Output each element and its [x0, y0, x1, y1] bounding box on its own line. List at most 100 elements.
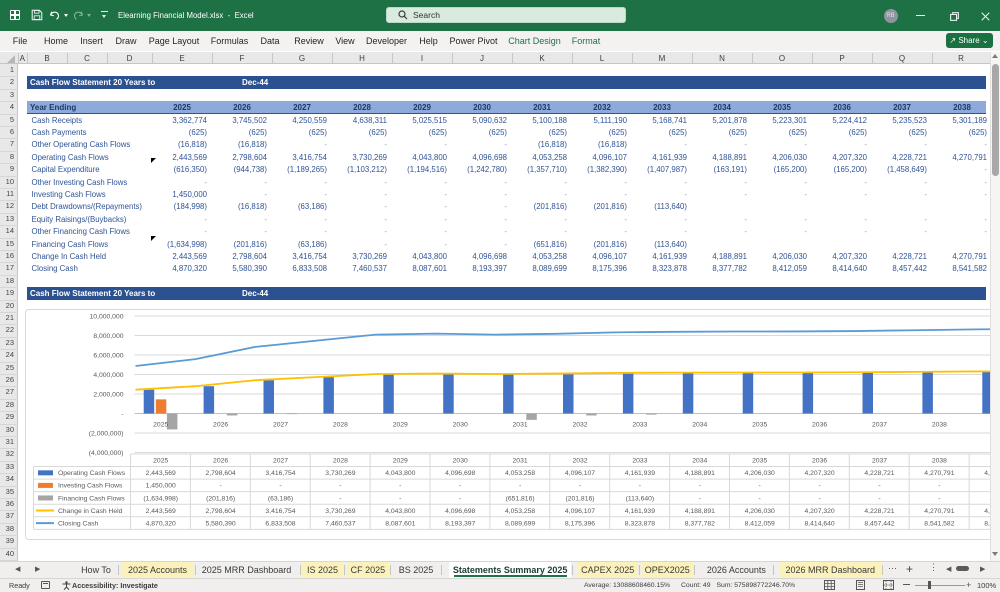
svg-text:-: - [121, 411, 123, 418]
svg-text:2029: 2029 [392, 422, 407, 429]
svg-text:4,161,939: 4,161,939 [624, 470, 654, 477]
svg-text:2,000,000: 2,000,000 [93, 392, 123, 399]
svg-text:3,730,269: 3,730,269 [325, 470, 355, 477]
svg-text:2025: 2025 [153, 458, 168, 465]
svg-text:1,450,000: 1,450,000 [145, 483, 175, 490]
svg-text:2028: 2028 [332, 458, 347, 465]
svg-text:2,798,604: 2,798,604 [205, 508, 235, 515]
svg-text:2036: 2036 [812, 422, 827, 429]
svg-text:-: - [399, 483, 401, 490]
svg-text:-: - [758, 483, 760, 490]
svg-text:8,175,396: 8,175,396 [564, 521, 594, 528]
svg-text:2031: 2031 [512, 422, 527, 429]
svg-text:8,377,782: 8,377,782 [684, 521, 714, 528]
svg-text:-: - [698, 496, 700, 503]
svg-text:4,161,939: 4,161,939 [624, 508, 654, 515]
svg-text:-: - [578, 483, 580, 490]
svg-text:-: - [638, 483, 640, 490]
svg-text:4,270,791: 4,270,791 [924, 508, 954, 515]
svg-text:3,416,754: 3,416,754 [265, 470, 295, 477]
svg-text:4,270,791: 4,270,791 [924, 470, 954, 477]
svg-text:4,096,107: 4,096,107 [564, 470, 594, 477]
svg-text:-: - [279, 483, 281, 490]
svg-text:8,457,442: 8,457,442 [864, 521, 894, 528]
svg-text:(201,816): (201,816) [206, 496, 235, 503]
svg-text:2027: 2027 [272, 458, 287, 465]
svg-text:-: - [758, 496, 760, 503]
svg-text:4,096,107: 4,096,107 [564, 508, 594, 515]
svg-text:-: - [339, 496, 341, 503]
svg-text:2037: 2037 [871, 422, 886, 429]
svg-text:-: - [518, 483, 520, 490]
svg-text:2026: 2026 [213, 422, 228, 429]
svg-text:-: - [878, 483, 880, 490]
svg-text:3,730,269: 3,730,269 [325, 508, 355, 515]
svg-text:10,000,000: 10,000,000 [89, 314, 123, 321]
svg-text:-: - [399, 496, 401, 503]
svg-text:4,188,891: 4,188,891 [684, 470, 714, 477]
svg-text:8,541,582: 8,541,582 [924, 521, 954, 528]
svg-text:2033: 2033 [632, 422, 647, 429]
svg-text:2033: 2033 [632, 458, 647, 465]
svg-text:8,412,059: 8,412,059 [744, 521, 774, 528]
svg-text:2035: 2035 [752, 422, 767, 429]
svg-text:2027: 2027 [272, 422, 287, 429]
svg-text:4,870,320: 4,870,320 [145, 521, 175, 528]
svg-text:4,206,030: 4,206,030 [744, 470, 774, 477]
svg-text:2026: 2026 [213, 458, 228, 465]
svg-text:8,000,000: 8,000,000 [93, 333, 123, 340]
svg-text:Investing Cash Flows: Investing Cash Flows [58, 483, 123, 490]
svg-text:8,414,640: 8,414,640 [804, 521, 834, 528]
svg-text:4,043,800: 4,043,800 [385, 508, 415, 515]
svg-text:4,053,258: 4,053,258 [505, 470, 535, 477]
svg-text:2036: 2036 [812, 458, 827, 465]
svg-text:2029: 2029 [392, 458, 407, 465]
svg-text:8,087,601: 8,087,601 [385, 521, 415, 528]
svg-text:-: - [219, 483, 221, 490]
svg-text:2032: 2032 [572, 458, 587, 465]
svg-text:-: - [698, 483, 700, 490]
svg-text:(2,000,000): (2,000,000) [88, 431, 123, 438]
svg-text:5,580,390: 5,580,390 [205, 521, 235, 528]
svg-text:8,323,878: 8,323,878 [624, 521, 654, 528]
svg-text:Closing Cash: Closing Cash [58, 521, 99, 528]
svg-text:-: - [339, 483, 341, 490]
svg-text:Change in Cash Held: Change in Cash Held [58, 508, 123, 515]
svg-text:2037: 2037 [871, 458, 886, 465]
svg-text:-: - [878, 496, 880, 503]
svg-text:(63,186): (63,186) [267, 496, 292, 503]
svg-text:2,443,569: 2,443,569 [145, 508, 175, 515]
svg-text:6,833,508: 6,833,508 [265, 521, 295, 528]
svg-text:8,089,699: 8,089,699 [505, 521, 535, 528]
svg-text:2025: 2025 [153, 422, 168, 429]
svg-text:4,188,891: 4,188,891 [684, 508, 714, 515]
svg-text:Financing Cash Flows: Financing Cash Flows [58, 496, 125, 503]
svg-text:2038: 2038 [931, 422, 946, 429]
svg-text:(201,816): (201,816) [565, 496, 594, 503]
svg-text:2031: 2031 [512, 458, 527, 465]
svg-text:2032: 2032 [572, 422, 587, 429]
svg-text:4,000,000: 4,000,000 [93, 372, 123, 379]
svg-text:4,043,800: 4,043,800 [385, 470, 415, 477]
svg-text:(4,000,000): (4,000,000) [88, 450, 123, 457]
svg-text:Operating Cash Flows: Operating Cash Flows [58, 470, 126, 477]
svg-text:4,096,698: 4,096,698 [445, 470, 475, 477]
svg-text:-: - [818, 483, 820, 490]
svg-text:-: - [938, 483, 940, 490]
svg-text:-: - [459, 483, 461, 490]
svg-text:(1,634,998): (1,634,998) [143, 496, 178, 503]
svg-text:2,443,569: 2,443,569 [145, 470, 175, 477]
svg-text:4,206,030: 4,206,030 [744, 508, 774, 515]
svg-text:2030: 2030 [452, 458, 467, 465]
svg-text:2035: 2035 [752, 458, 767, 465]
svg-text:4,207,320: 4,207,320 [804, 470, 834, 477]
svg-text:2034: 2034 [692, 422, 707, 429]
svg-text:7,460,537: 7,460,537 [325, 521, 355, 528]
svg-text:-: - [938, 496, 940, 503]
svg-text:(651,816): (651,816) [505, 496, 534, 503]
svg-text:2038: 2038 [931, 458, 946, 465]
svg-text:2034: 2034 [692, 458, 707, 465]
svg-text:4,053,258: 4,053,258 [505, 508, 535, 515]
svg-text:(113,640): (113,640) [625, 496, 654, 503]
svg-text:8,193,397: 8,193,397 [445, 521, 475, 528]
